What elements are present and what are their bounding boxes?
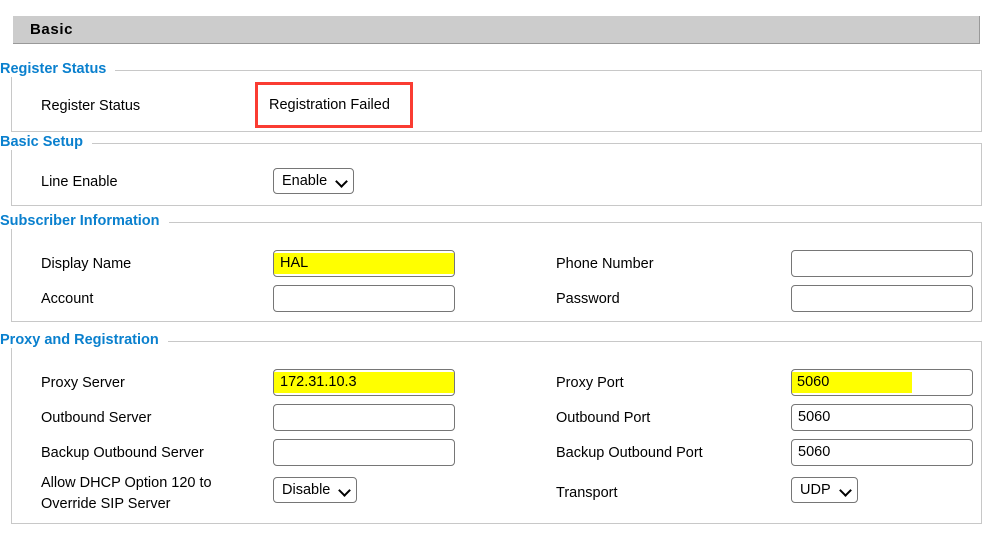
outbound-server-input[interactable] — [273, 404, 455, 431]
section-frame — [11, 143, 982, 206]
label-line-enable: Line Enable — [41, 174, 118, 190]
label-allow-dhcp-line1: Allow DHCP Option 120 to — [41, 475, 212, 491]
label-display-name: Display Name — [41, 256, 132, 272]
password-input[interactable] — [791, 285, 973, 312]
section-subscriber-information: Subscriber Information Display Name HAL … — [0, 213, 982, 322]
label-outbound-port: Outbound Port — [556, 410, 651, 426]
outbound-port-input[interactable]: 5060 — [791, 404, 973, 431]
proxy-server-input[interactable]: 172.31.10.3 — [273, 369, 455, 396]
chevron-down-icon — [339, 485, 350, 496]
label-phone-number: Phone Number — [556, 256, 654, 272]
register-status-callout: Registration Failed — [255, 82, 413, 128]
line-enable-select[interactable]: Enable — [273, 168, 355, 194]
section-frame — [11, 70, 982, 132]
proxy-server-value: 172.31.10.3 — [274, 372, 454, 393]
phone-number-value — [795, 263, 800, 265]
allow-dhcp-option-120-value: Disable — [282, 482, 331, 498]
label-proxy-server: Proxy Server — [41, 375, 125, 391]
account-value — [277, 298, 282, 300]
label-allow-dhcp-option-120: Allow DHCP Option 120 to Override SIP Se… — [41, 473, 212, 515]
chevron-down-icon — [336, 176, 347, 187]
backup-outbound-port-input[interactable]: 5060 — [791, 439, 973, 466]
proxy-port-input[interactable]: 5060 — [791, 369, 973, 396]
section-legend-subscriber-information: Subscriber Information — [0, 213, 169, 229]
label-proxy-port: Proxy Port — [556, 375, 624, 391]
page-title-bar: Basic — [13, 16, 980, 44]
backup-outbound-server-input[interactable] — [273, 439, 455, 466]
section-legend-basic-setup: Basic Setup — [0, 134, 92, 150]
backup-outbound-server-value — [277, 452, 282, 454]
allow-dhcp-option-120-select[interactable]: Disable — [273, 477, 358, 503]
section-basic-setup: Basic Setup Line Enable Enable — [0, 134, 982, 206]
section-register-status: Register Status Register Status Registra… — [0, 61, 982, 132]
label-allow-dhcp-line2: Override SIP Server — [41, 496, 171, 512]
display-name-value: HAL — [274, 253, 454, 274]
outbound-server-value — [277, 417, 282, 419]
section-legend-register-status: Register Status — [0, 61, 116, 77]
label-password: Password — [556, 291, 620, 307]
display-name-input[interactable]: HAL — [273, 250, 455, 277]
chevron-down-icon — [840, 485, 851, 496]
label-backup-outbound-port: Backup Outbound Port — [556, 445, 703, 461]
outbound-port-value: 5060 — [798, 409, 831, 425]
line-enable-value: Enable — [282, 173, 328, 189]
password-value — [795, 298, 800, 300]
label-account: Account — [41, 291, 94, 307]
section-legend-proxy-and-registration: Proxy and Registration — [0, 332, 168, 348]
settings-page: Basic Register Status Register Status Re… — [0, 0, 990, 551]
transport-select[interactable]: UDP — [791, 477, 858, 503]
label-outbound-server: Outbound Server — [41, 410, 152, 426]
page-title: Basic — [30, 21, 74, 38]
section-proxy-and-registration: Proxy and Registration Proxy Server 172.… — [0, 332, 982, 524]
register-status-value: Registration Failed — [269, 97, 390, 113]
phone-number-input[interactable] — [791, 250, 973, 277]
label-register-status: Register Status — [41, 98, 141, 114]
transport-value: UDP — [800, 482, 831, 498]
backup-outbound-port-value: 5060 — [798, 444, 831, 460]
label-backup-outbound-server: Backup Outbound Server — [41, 445, 204, 461]
proxy-port-value: 5060 — [792, 372, 912, 393]
label-transport: Transport — [556, 485, 618, 501]
account-input[interactable] — [273, 285, 455, 312]
